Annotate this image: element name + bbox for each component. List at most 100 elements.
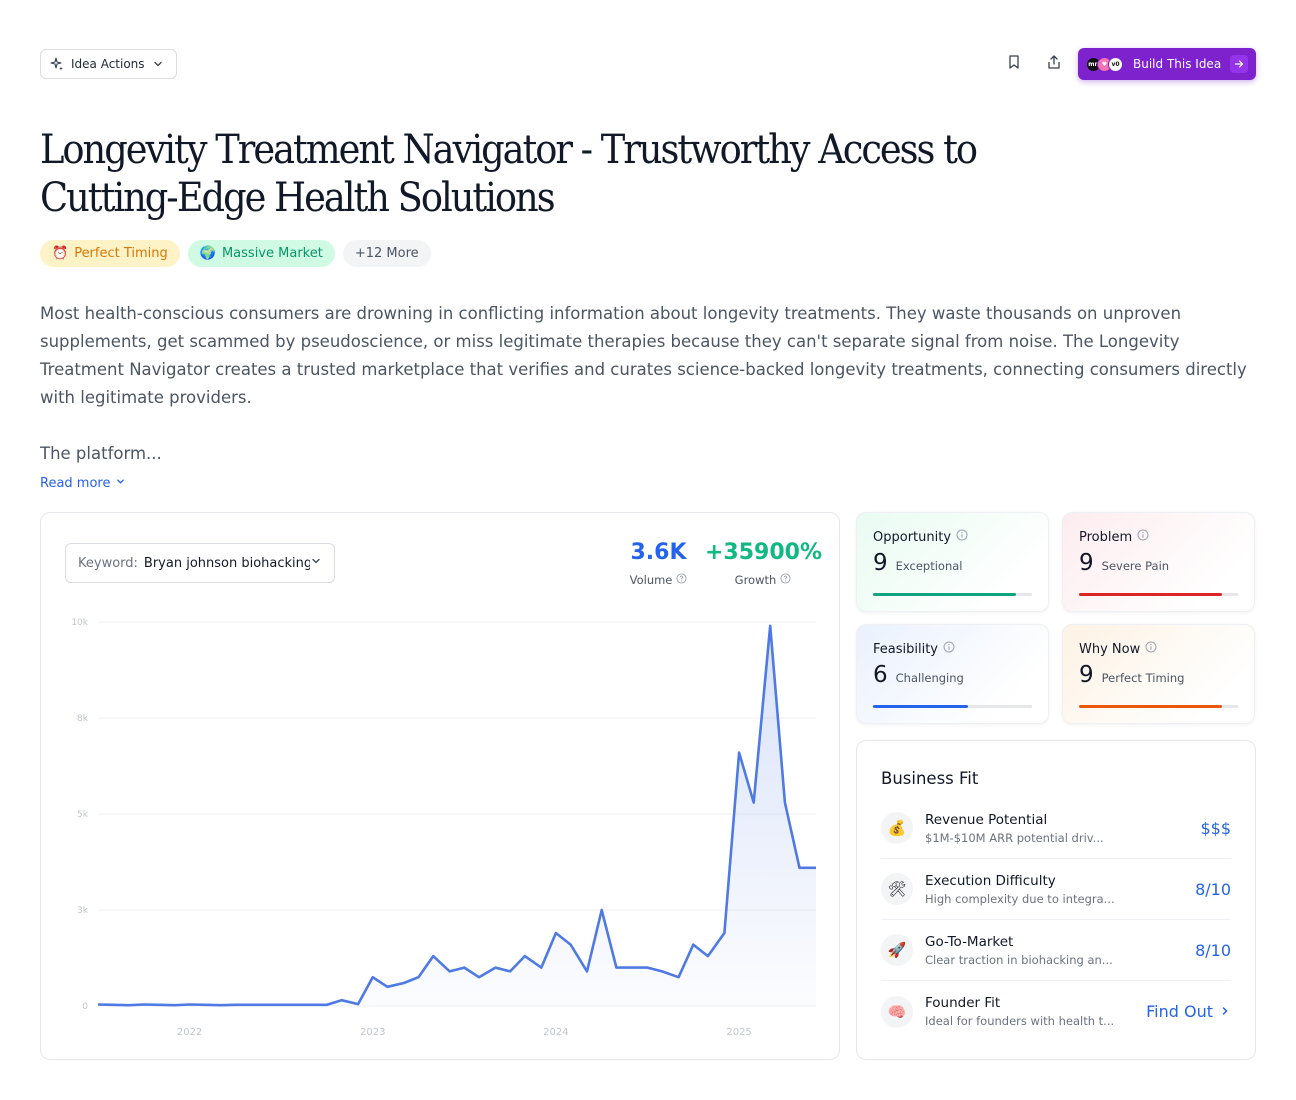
- business-fit-item-value: 8/10: [1195, 879, 1231, 899]
- growth-value: +35900%: [705, 540, 823, 565]
- business-fit-item-title: Founder Fit: [925, 995, 1001, 1011]
- score-card-why-now[interactable]: Why Now 9 Perfect Timing: [1062, 624, 1255, 724]
- info-icon[interactable]: [956, 529, 968, 545]
- business-fit-revenue-potential[interactable]: 💰 Revenue Potential $1M-$10M ARR potenti…: [881, 798, 1231, 859]
- y-tick-label: 8k: [77, 714, 89, 724]
- keyword-select[interactable]: Keyword: Bryan johnson biohacking: [65, 543, 335, 583]
- tag-label: Massive Market: [221, 246, 323, 261]
- business-fit-item-value: 8/10: [1195, 940, 1231, 960]
- score-bar-fill: [873, 705, 969, 708]
- keyword-value: Bryan johnson biohacking: [143, 555, 310, 571]
- score-bar-fill: [1079, 593, 1223, 596]
- growth-label: Growth: [734, 573, 777, 587]
- build-this-idea-button[interactable]: mn ♥ v0 Build This Idea: [1078, 48, 1256, 80]
- share-button[interactable]: [1038, 48, 1070, 80]
- chevron-down-icon: [115, 476, 126, 491]
- volume-metric: 3.6K Volume: [621, 539, 696, 587]
- score-value: 9: [1079, 662, 1094, 688]
- trend-line: [97, 624, 816, 1007]
- arrow-right-icon: [1230, 55, 1248, 73]
- score-card-problem[interactable]: Problem 9 Severe Pain: [1062, 512, 1255, 612]
- find-out-link[interactable]: Find Out: [1146, 1002, 1231, 1021]
- read-more-label: Read more: [40, 476, 111, 491]
- score-card-opportunity[interactable]: Opportunity 9 Exceptional: [856, 512, 1049, 612]
- business-fit-item-value: $$$: [1200, 818, 1231, 838]
- help-icon[interactable]: [676, 573, 687, 587]
- score-bar: [873, 593, 1032, 596]
- find-out-label: Find Out: [1146, 1002, 1213, 1021]
- bookmark-icon: [1006, 54, 1022, 74]
- info-icon[interactable]: [1137, 529, 1149, 545]
- score-bar: [873, 705, 1032, 708]
- idea-description: Most health-conscious consumers are drow…: [40, 300, 1256, 468]
- share-icon: [1046, 54, 1062, 74]
- tag-perfect-timing[interactable]: ⏰ Perfect Timing: [40, 240, 180, 267]
- money-bag-icon: 💰: [881, 812, 913, 844]
- y-tick-label: 5k: [77, 810, 89, 820]
- y-tick-label: 0: [82, 1002, 88, 1012]
- business-fit-item-desc: Ideal for founders with health t...: [925, 1014, 1115, 1028]
- x-tick-label: 2025: [726, 1027, 751, 1038]
- rocket-icon: 🚀: [881, 934, 913, 966]
- keyword-label: Keyword:: [78, 555, 138, 571]
- info-icon[interactable]: [1145, 641, 1157, 657]
- description-paragraph: The platform...: [40, 444, 162, 463]
- top-bar: Idea Actions mn ♥ v0 Build This Idea: [40, 48, 1256, 80]
- builder-logos: mn ♥ v0: [1086, 56, 1123, 72]
- business-fit-item-title: Execution Difficulty: [925, 872, 1056, 889]
- build-button-label: Build This Idea: [1133, 57, 1222, 71]
- description-paragraph: Most health-conscious consumers are drow…: [40, 304, 1247, 407]
- score-card-feasibility[interactable]: Feasibility 6 Challenging: [856, 624, 1049, 724]
- business-fit-founder-fit[interactable]: 🧠 Founder Fit Ideal for founders with he…: [881, 981, 1231, 1042]
- business-fit-item-title: Go-To-Market: [925, 933, 1014, 950]
- business-fit-execution-difficulty[interactable]: 🛠 Execution Difficulty High complexity d…: [881, 859, 1231, 920]
- page-title: Longevity Treatment Navigator - Trustwor…: [40, 127, 978, 221]
- score-label: Challenging: [895, 671, 964, 685]
- chevron-down-icon: [152, 58, 164, 70]
- read-more-link[interactable]: Read more: [40, 476, 126, 491]
- tag-more[interactable]: +12 More: [342, 240, 431, 267]
- chevron-down-icon: [310, 555, 322, 571]
- trend-area: [98, 625, 816, 1006]
- sparkle-icon: [50, 57, 64, 71]
- info-icon[interactable]: [943, 641, 955, 657]
- tools-icon: 🛠: [881, 873, 913, 905]
- growth-metric: +35900% Growth: [705, 539, 823, 587]
- globe-icon: 🌍: [199, 246, 216, 261]
- x-tick-label: 2022: [177, 1027, 202, 1038]
- score-value: 9: [1079, 550, 1094, 576]
- score-title: Why Now: [1079, 641, 1141, 657]
- idea-actions-label: Idea Actions: [71, 57, 145, 71]
- tag-label: Perfect Timing: [74, 246, 168, 261]
- tag-massive-market[interactable]: 🌍 Massive Market: [187, 240, 335, 267]
- business-fit-item-desc: Clear traction in biohacking an...: [925, 952, 1113, 967]
- y-tick-label: 10k: [71, 618, 88, 628]
- brain-icon: 🧠: [881, 995, 913, 1028]
- business-fit-item-title: Revenue Potential: [925, 811, 1048, 828]
- score-bar: [1079, 705, 1238, 708]
- business-fit-item-desc: $1M-$10M ARR potential driv...: [925, 830, 1104, 845]
- score-value: 6: [873, 662, 888, 688]
- builder-logo: v0: [1108, 56, 1123, 72]
- x-tick-label: 2024: [543, 1027, 568, 1038]
- score-title: Problem: [1079, 529, 1133, 545]
- score-value: 9: [873, 550, 888, 576]
- score-label: Exceptional: [895, 559, 963, 573]
- tag-label: +12 More: [354, 246, 419, 261]
- score-title: Feasibility: [873, 641, 938, 657]
- score-label: Severe Pain: [1101, 559, 1170, 573]
- trend-chart: 0 3k 5k 8k 10k 2022 2023 2024 2025: [71, 618, 816, 1038]
- help-icon[interactable]: [780, 573, 791, 587]
- volume-label: Volume: [629, 573, 673, 587]
- bookmark-button[interactable]: [998, 48, 1030, 80]
- score-title: Opportunity: [873, 529, 952, 545]
- idea-actions-dropdown[interactable]: Idea Actions: [40, 49, 177, 79]
- business-fit-title: Business Fit: [881, 769, 979, 788]
- score-bar-fill: [873, 593, 1017, 596]
- business-fit-go-to-market[interactable]: 🚀 Go-To-Market Clear traction in biohack…: [881, 920, 1231, 981]
- x-tick-label: 2023: [360, 1027, 385, 1038]
- business-fit-card: Business Fit 💰 Revenue Potential $1M-$10…: [856, 740, 1256, 1060]
- score-label: Perfect Timing: [1101, 671, 1185, 685]
- alarm-clock-icon: ⏰: [52, 246, 69, 261]
- y-tick-label: 3k: [77, 906, 89, 916]
